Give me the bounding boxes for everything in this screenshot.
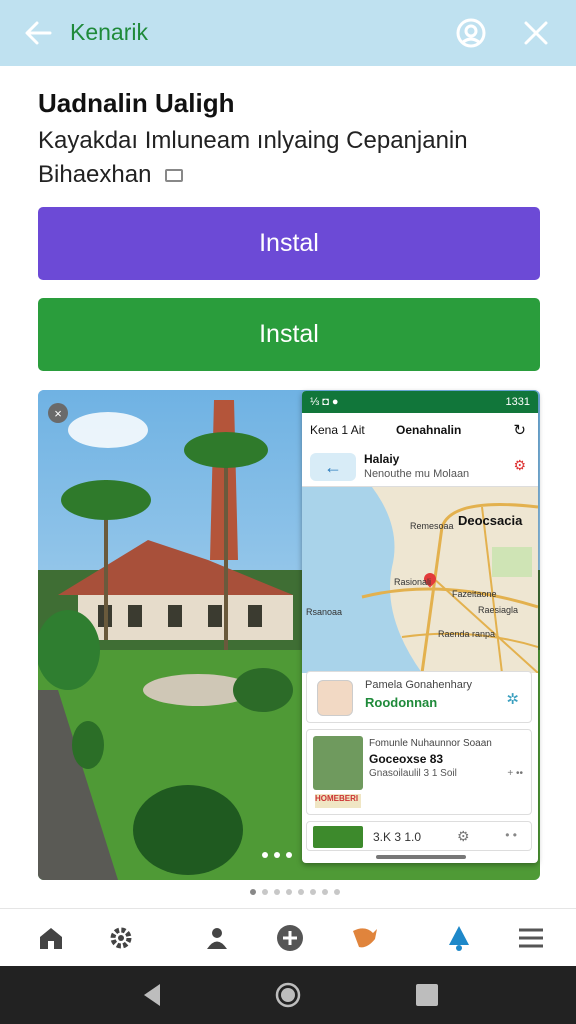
carousel-dot[interactable] [250,889,256,895]
card-title: 3.K 3 1.0 [373,830,422,844]
route-subtitle: Nenouthe mu Molaan [364,468,470,480]
route-title: Halaiy [364,452,400,466]
map-label: Raesiagla [478,605,519,615]
app-name: Uadnalin Ualigh [38,88,235,118]
home-icon[interactable] [36,923,66,953]
system-navigation-bar [0,966,576,1024]
carousel-dot[interactable] [286,889,292,895]
phone-header-title: Oenahnalin [396,423,462,437]
bird-icon[interactable] [350,923,380,953]
carousel-dots[interactable] [250,889,340,895]
arrow-left-icon[interactable] [22,18,54,48]
avatar [317,680,353,716]
gear-icon[interactable]: ⚙ [457,828,470,845]
tag-icon [165,169,184,183]
account-icon[interactable] [454,16,488,50]
app-subtitle-text: Kayakdaı Imluneam ınlyaing Cepanjanin Bi… [38,127,468,188]
close-icon[interactable] [522,19,550,47]
listing-thumbnail [313,826,363,848]
carousel-dot[interactable] [334,889,340,895]
card-extra: • • [505,828,517,842]
carousel-dot[interactable] [298,889,304,895]
map-label: Rsanoaa [306,607,343,617]
card-caption: Pamela Gonahenhary [365,679,473,691]
card-title: Roodonnan [365,695,438,710]
card-extra: + •• [507,768,523,779]
install-button-secondary[interactable]: Instal [38,298,540,371]
map-label: Raenda ranpa [438,629,496,639]
notification-icon[interactable] [444,923,474,953]
carousel-dot[interactable] [262,889,268,895]
add-icon[interactable] [275,923,305,953]
arrow-left-icon[interactable]: ← [310,453,356,481]
phone-header-left: Kena 1 Ait [310,423,365,437]
recents-square-icon[interactable] [416,984,438,1006]
refresh-icon[interactable]: ↻ [513,421,526,439]
page-title: Kenarik [70,19,148,45]
status-left: ⅓ ◘ ● [310,396,339,408]
top-app-bar: Kenarik [0,0,576,66]
photo-dots [262,852,292,858]
install-button-primary[interactable]: Instal [38,207,540,280]
home-circle-icon[interactable] [275,982,301,1008]
list-item[interactable]: HOMEBERI Fomunle Nuhaunnor Soaan Goceoxs… [306,729,532,815]
carousel-dot[interactable] [322,889,328,895]
listing-badge: HOMEBERI [315,794,361,808]
phone-status-bar: ⅓ ◘ ● 1331 [302,391,538,413]
people-icon[interactable] [202,923,232,953]
settings-icon[interactable]: ⚙ [513,457,526,474]
phone-home-indicator [376,855,466,859]
map-label: Remesoaa [410,521,454,531]
carousel-dot[interactable] [274,889,280,895]
map-label-center: Rasionali [394,577,432,587]
back-triangle-icon[interactable] [140,982,164,1008]
map-label: Fazeitaone [452,589,497,599]
card-caption: Fomunle Nuhaunnor Soaan [369,738,492,749]
phone-mockup: ⅓ ◘ ● 1331 Kena 1 Ait Oenahnalin ↻ ← Hal… [302,391,538,863]
map-city: Deocsacia [458,513,523,528]
status-time: 1331 [505,396,530,408]
map-view[interactable]: Deocsacia Rasionali Remesoaa Rsanoaa Rae… [302,487,538,673]
bottom-navigation [0,908,576,966]
listing-thumbnail [313,736,363,790]
list-item[interactable]: 3.K 3 1.0 ⚙ • • [306,821,532,851]
settings-icon[interactable] [106,923,136,953]
menu-icon[interactable] [516,923,546,953]
card-title: Goceoxse 83 [369,752,444,766]
card-subtitle: Gnasoilaulil 3 1 Soil [369,768,457,779]
phone-header: Kena 1 Ait Oenahnalin ↻ [302,413,538,447]
screenshot-badge[interactable]: × [48,403,68,423]
route-bar: ← Halaiy Nenouthe mu Molaan ⚙ [302,447,538,487]
carousel-dot[interactable] [310,889,316,895]
list-item[interactable]: Pamela Gonahenhary Roodonnan ✲ [306,671,532,723]
app-subtitle: Kayakdaı Imluneam ınlyaing Cepanjanin Bi… [38,124,538,192]
gear-icon[interactable]: ✲ [506,690,519,708]
